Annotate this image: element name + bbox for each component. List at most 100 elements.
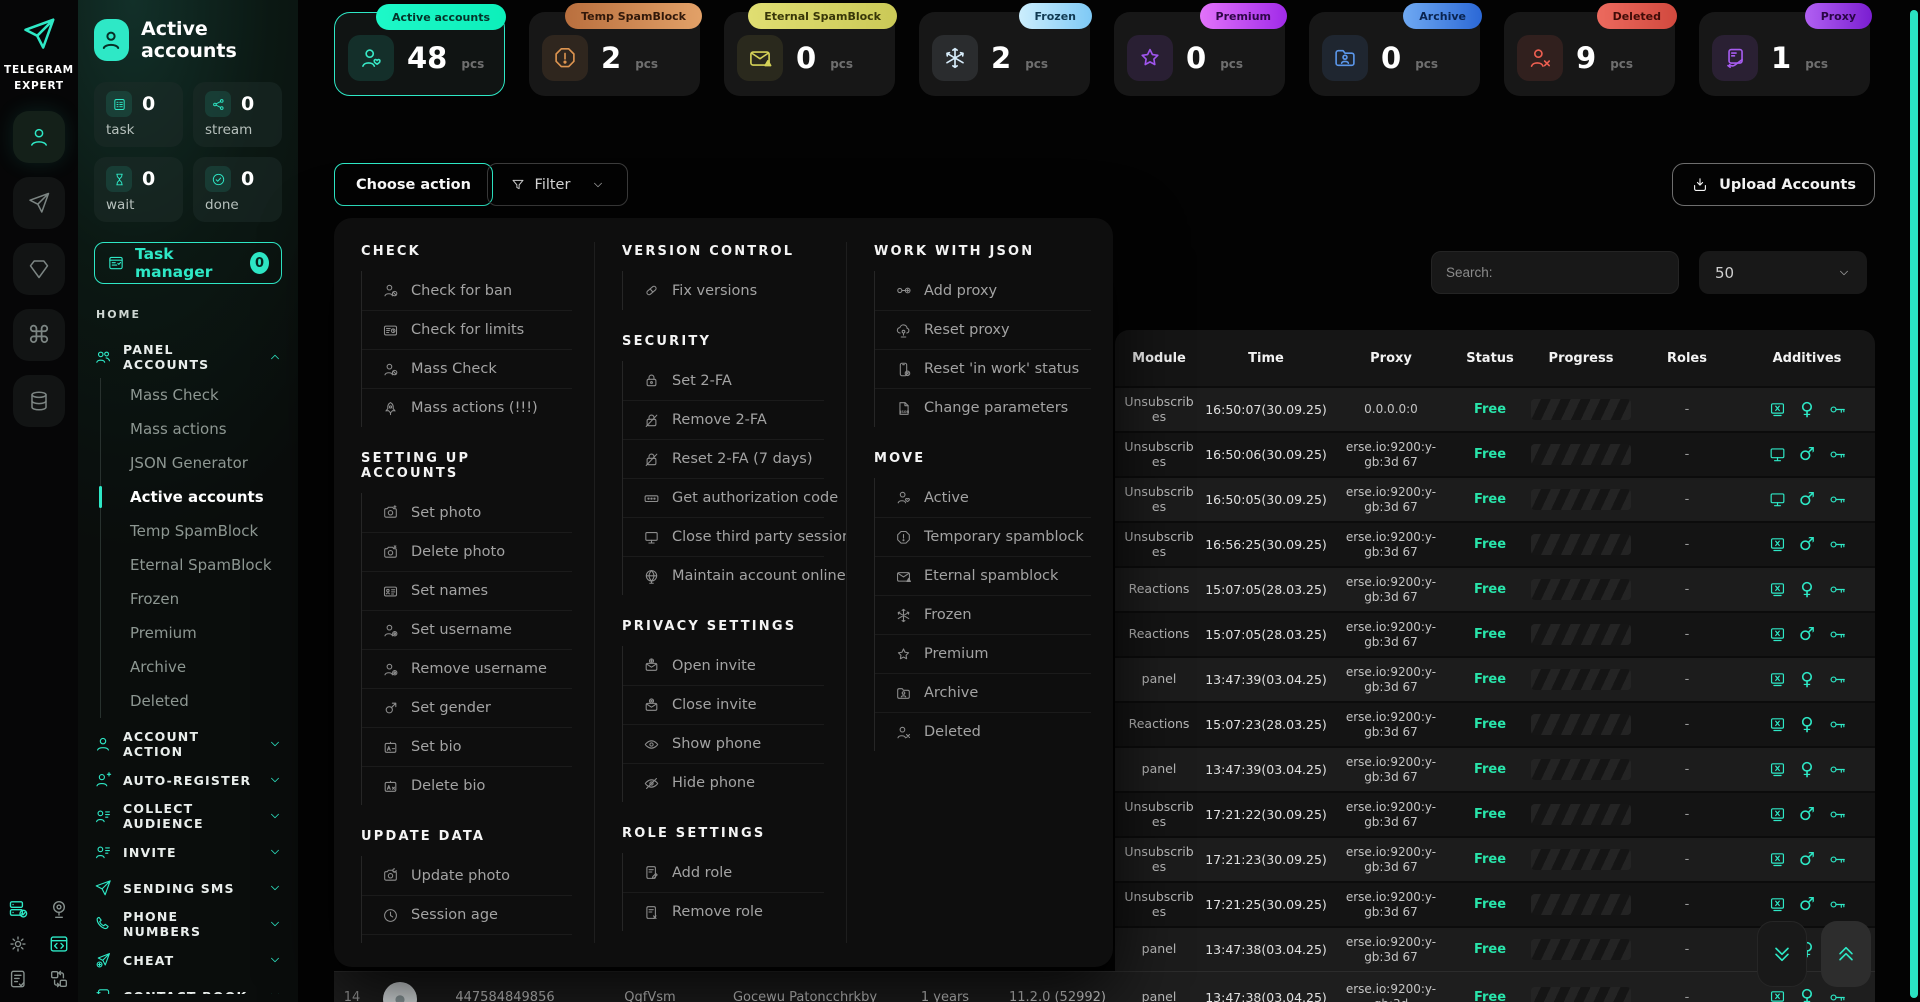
menu-item-remove-username[interactable]: Remove username (362, 649, 572, 688)
table-row[interactable]: Unsubscribes16:50:07(30.09.25)0.0.0.0:0F… (1115, 386, 1875, 431)
menu-item-hide-phone[interactable]: Hide phone (623, 763, 824, 802)
sidebar-section-panel-accounts[interactable]: PANEL ACCOUNTS (94, 339, 282, 375)
account-row[interactable]: 14 447584849856 QgfVsm Gocewu Patoncchrk… (334, 971, 1875, 1002)
menu-item-deleted[interactable]: Deleted (875, 712, 1091, 751)
menu-item-reset-2-fa-7-days[interactable]: Reset 2-FA (7 days) (623, 439, 824, 478)
choose-action-button[interactable]: Choose action (334, 163, 493, 206)
sidebar-section-sending-sms[interactable]: SENDING SMS (94, 870, 282, 906)
table-row[interactable]: Unsubscribes16:56:25(30.09.25)erse.io:92… (1115, 521, 1875, 566)
search-input[interactable] (1431, 251, 1679, 294)
scroll-to-bottom-button[interactable] (1757, 921, 1807, 987)
menu-item-mass-actions[interactable]: Mass actions (!!!) (362, 388, 572, 427)
status-card-proxy[interactable]: Proxy1pcs (1699, 12, 1870, 96)
table-row[interactable]: Unsubscribes17:21:25(30.09.25)erse.io:92… (1115, 881, 1875, 926)
menu-item-close-invite[interactable]: Close invite (623, 685, 824, 724)
sidebar-section-collect-audience[interactable]: COLLECT AUDIENCE (94, 798, 282, 834)
code-win-icon[interactable] (48, 933, 70, 955)
menu-item-temporary-spamblock[interactable]: Temporary spamblock (875, 517, 1091, 556)
menu-item-check-for-ban[interactable]: Check for ban (362, 271, 572, 310)
menu-item-mass-check[interactable]: Mass Check (362, 349, 572, 388)
menu-item-set-photo[interactable]: Set photo (362, 493, 572, 532)
rail-database-button[interactable] (13, 375, 65, 427)
menu-item-change-parameters[interactable]: JSONChange parameters (875, 388, 1091, 427)
menu-item-fix-versions[interactable]: Fix versions (623, 271, 824, 310)
menu-item-frozen[interactable]: Frozen (875, 595, 1091, 634)
menu-item-set-names[interactable]: Set names (362, 571, 572, 610)
swap-icon[interactable] (48, 968, 70, 990)
table-row[interactable]: panel13:47:39(03.04.25)erse.io:9200:y-gb… (1115, 746, 1875, 791)
page-scrollbar[interactable] (1910, 10, 1918, 998)
status-card-frozen[interactable]: Frozen2pcs (919, 12, 1090, 96)
table-row[interactable]: Unsubscribes16:50:06(30.09.25)erse.io:92… (1115, 431, 1875, 476)
table-row[interactable]: Reactions15:07:23(28.03.25)erse.io:9200:… (1115, 701, 1875, 746)
webcam-icon[interactable] (48, 898, 70, 920)
page-size-select[interactable]: 50 (1699, 251, 1867, 294)
sidebar-item-json-generator[interactable]: JSON Generator (101, 446, 282, 480)
sidebar-item-mass-actions[interactable]: Mass actions (101, 412, 282, 446)
status-card-active-accounts[interactable]: Active accounts48pcs (334, 12, 505, 96)
menu-item-session-age[interactable]: Session age (362, 895, 572, 934)
upload-accounts-button[interactable]: Upload Accounts (1672, 163, 1875, 206)
sidebar-item-premium[interactable]: Premium (101, 616, 282, 650)
status-card-temp-spamblock[interactable]: Temp SpamBlock2pcs (529, 12, 700, 96)
menu-item-premium-name-username[interactable]: Premium, name, username (362, 934, 572, 943)
sidebar-section-invite[interactable]: INVITE (94, 834, 282, 870)
sidebar-item-active-accounts[interactable]: Active accounts (101, 480, 282, 514)
menu-item-set-username[interactable]: Set username (362, 610, 572, 649)
menu-item-reset-proxy[interactable]: Reset proxy (875, 310, 1091, 349)
table-row[interactable]: Unsubscribes17:21:23(30.09.25)erse.io:92… (1115, 836, 1875, 881)
doc-check-icon[interactable] (7, 968, 29, 990)
menu-item-get-authorization-code[interactable]: Get authorization code (623, 478, 824, 517)
menu-item-premium[interactable]: Premium (875, 634, 1091, 673)
filter-button[interactable]: Filter (487, 163, 628, 206)
menu-item-maintain-account-online[interactable]: Maintain account online (623, 556, 824, 595)
server-check-icon[interactable] (7, 898, 29, 920)
menu-item-remove-2-fa[interactable]: Remove 2-FA (623, 400, 824, 439)
scroll-to-top-button[interactable] (1821, 921, 1871, 987)
menu-item-set-bio[interactable]: Set bio (362, 727, 572, 766)
sidebar-item-deleted[interactable]: Deleted (101, 684, 282, 718)
menu-item-remove-role[interactable]: Remove role (623, 892, 824, 931)
sidebar-item-frozen[interactable]: Frozen (101, 582, 282, 616)
status-card-eternal-spamblock[interactable]: Eternal SpamBlock0pcs (724, 12, 895, 96)
sidebar-item-home[interactable]: HOME (96, 308, 282, 321)
menu-item-open-invite[interactable]: Open invite (623, 646, 824, 685)
menu-item-active[interactable]: Active (875, 478, 1091, 517)
menu-item-delete-photo[interactable]: Delete photo (362, 532, 572, 571)
menu-item-reset-in-work-status[interactable]: Reset 'in work' status (875, 349, 1091, 388)
rail-send-button[interactable] (13, 177, 65, 229)
menu-item-show-phone[interactable]: Show phone (623, 724, 824, 763)
rail-command-button[interactable]: ⌘ (13, 309, 65, 361)
table-row[interactable]: panel13:47:39(03.04.25)erse.io:9200:y-gb… (1115, 656, 1875, 701)
task-manager-button[interactable]: Task manager 0 (94, 242, 282, 284)
sidebar-section-account-action[interactable]: ACCOUNT ACTION (94, 726, 282, 762)
gear-icon[interactable] (7, 933, 29, 955)
status-card-premium[interactable]: Premium0pcs (1114, 12, 1285, 96)
status-card-archive[interactable]: Archive0pcs (1309, 12, 1480, 96)
menu-item-set-2-fa[interactable]: Set 2-FA (623, 361, 824, 400)
table-row[interactable]: Reactions15:07:05(28.03.25)erse.io:9200:… (1115, 611, 1875, 656)
sidebar-item-mass-check[interactable]: Mass Check (101, 378, 282, 412)
menu-item-update-photo[interactable]: Update photo (362, 856, 572, 895)
menu-item-add-proxy[interactable]: Add proxy (875, 271, 1091, 310)
sidebar-section-auto-register[interactable]: AUTO-REGISTER (94, 762, 282, 798)
menu-item-archive[interactable]: Archive (875, 673, 1091, 712)
sidebar-section-cheat[interactable]: CHEAT (94, 942, 282, 978)
menu-item-delete-bio[interactable]: Delete bio (362, 766, 572, 805)
menu-item-eternal-spamblock[interactable]: Eternal spamblock (875, 556, 1091, 595)
rail-diamond-button[interactable] (13, 243, 65, 295)
status-card-deleted[interactable]: Deleted9pcs (1504, 12, 1675, 96)
sidebar-item-temp-spamblock[interactable]: Temp SpamBlock (101, 514, 282, 548)
menu-item-close-third-party-sessions[interactable]: Close third party sessions (623, 517, 824, 556)
sidebar-item-archive[interactable]: Archive (101, 650, 282, 684)
menu-item-add-role[interactable]: Add role (623, 853, 824, 892)
sidebar-section-contact-book[interactable]: CONTACT BOOK (94, 978, 282, 994)
rail-person-button[interactable] (13, 111, 65, 163)
menu-item-check-for-limits[interactable]: Check for limits (362, 310, 572, 349)
sidebar-section-phone-numbers[interactable]: PHONE NUMBERS (94, 906, 282, 942)
table-row[interactable]: Unsubscribes16:50:05(30.09.25)erse.io:92… (1115, 476, 1875, 521)
table-row[interactable]: Unsubscribes17:21:22(30.09.25)erse.io:92… (1115, 791, 1875, 836)
menu-item-set-gender[interactable]: Set gender (362, 688, 572, 727)
table-row[interactable]: Reactions15:07:05(28.03.25)erse.io:9200:… (1115, 566, 1875, 611)
sidebar-item-eternal-spamblock[interactable]: Eternal SpamBlock (101, 548, 282, 582)
